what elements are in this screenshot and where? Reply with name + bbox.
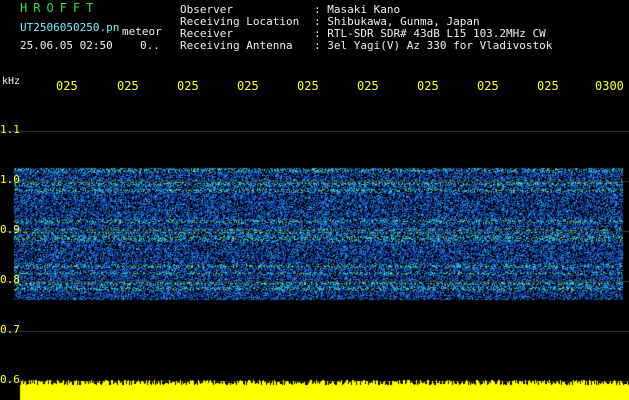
freq-tick: 1.1 (0, 123, 20, 136)
spectrogram-canvas (0, 78, 629, 400)
time-tick: 025 (56, 79, 78, 93)
time-tick: 025 (477, 79, 499, 93)
freq-unit-label: kHz (2, 76, 21, 87)
antenna-label: Receiving Antenna (180, 39, 293, 52)
app-title: HROFFT (20, 1, 100, 15)
time-tick: 025 (417, 79, 439, 93)
time-tick: 025 (537, 79, 559, 93)
freq-tick: 0.9 (0, 223, 20, 236)
freq-tick: 0.6 (0, 373, 20, 386)
file-name: UT2506050250.pn (20, 21, 120, 34)
freq-tick: 1.0 (0, 173, 20, 186)
status-mark: 0.. (140, 39, 160, 52)
time-tick: 025 (177, 79, 199, 93)
time-tick: 025 (237, 79, 259, 93)
meteor-label: meteor (122, 25, 162, 38)
time-tick: 025 (297, 79, 319, 93)
time-tick: 0300 (595, 79, 624, 93)
freq-tick: 0.8 (0, 273, 20, 286)
antenna-value: : 3el Yagi(V) Az 330 for Vladivostok (314, 39, 553, 52)
time-tick: 025 (117, 79, 139, 93)
time-tick: 025 (357, 79, 379, 93)
freq-tick: 0.7 (0, 323, 20, 336)
timestamp: 25.06.05 02:50 (20, 39, 113, 52)
